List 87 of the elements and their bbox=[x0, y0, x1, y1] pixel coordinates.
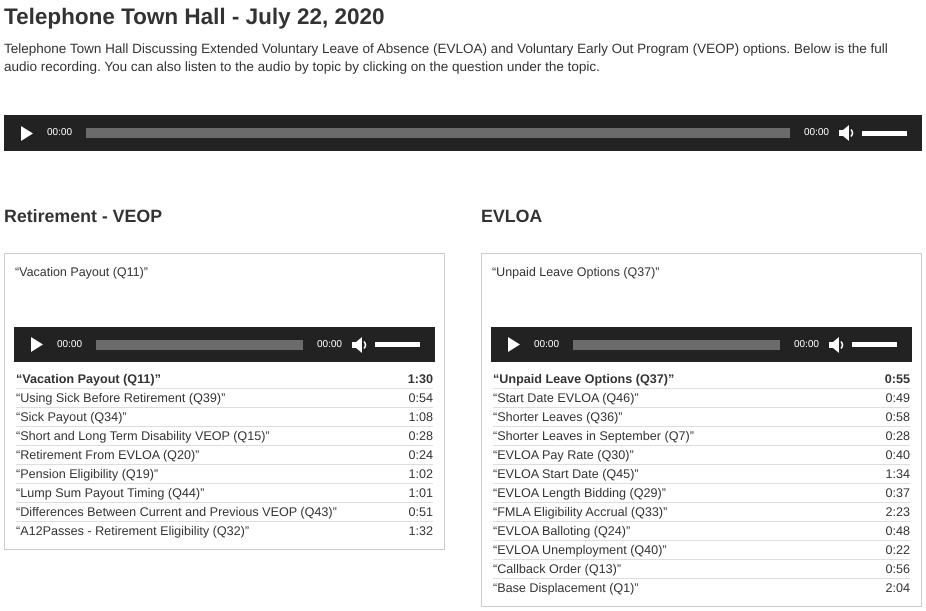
track-duration: 0:49 bbox=[885, 392, 910, 404]
section-heading: EVLOA bbox=[481, 205, 544, 228]
track-title: “Unpaid Leave Options (Q37)” bbox=[493, 372, 674, 386]
track-title: “Start Date EVLOA (Q46)” bbox=[493, 392, 639, 404]
playlist-item[interactable]: “EVLOA Pay Rate (Q30)” 0:40 bbox=[493, 446, 910, 465]
play-icon[interactable] bbox=[21, 126, 33, 140]
track-duration: 0:28 bbox=[885, 430, 910, 442]
playlist-item[interactable]: “EVLOA Length Bidding (Q29)” 0:37 bbox=[493, 484, 910, 503]
playlist-item[interactable]: “Lump Sum Payout Timing (Q44)” 1:01 bbox=[16, 484, 433, 503]
track-duration: 0:24 bbox=[408, 448, 433, 462]
playlist-item[interactable]: “EVLOA Balloting (Q24)” 0:48 bbox=[493, 522, 910, 541]
track-duration: 2:04 bbox=[885, 582, 910, 595]
playlist-item[interactable]: “Unpaid Leave Options (Q37)” 0:55 bbox=[493, 370, 910, 389]
track-duration: 0:55 bbox=[884, 372, 910, 386]
playlist-item[interactable]: “Base Displacement (Q1)” 2:04 bbox=[493, 579, 910, 598]
playlist-item[interactable]: “Shorter Leaves (Q36)” 0:58 bbox=[493, 408, 910, 427]
track-title: “EVLOA Pay Rate (Q30)” bbox=[493, 448, 634, 462]
track-title: “EVLOA Length Bidding (Q29)” bbox=[493, 486, 666, 500]
duration-time: 00:00 bbox=[316, 340, 342, 350]
track-title: “Pension Eligibility (Q19)” bbox=[16, 468, 158, 480]
playlist-item[interactable]: “FMLA Eligibility Accrual (Q33)” 2:23 bbox=[493, 503, 910, 522]
track-duration: 2:23 bbox=[885, 506, 910, 518]
track-duration: 0:40 bbox=[885, 448, 910, 462]
track-duration: 0:58 bbox=[885, 410, 910, 424]
track-duration: 0:28 bbox=[408, 430, 433, 442]
progress-track[interactable] bbox=[96, 340, 303, 350]
volume-slider[interactable] bbox=[375, 342, 420, 347]
current-time: 00:00 bbox=[57, 340, 82, 350]
track-duration: 1:34 bbox=[885, 468, 910, 480]
playlist-item[interactable]: “Short and Long Term Disability VEOP (Q15)” 0:28 bbox=[16, 427, 433, 446]
page-title: Telephone Town Hall - July 22, 2020 bbox=[4, 3, 386, 31]
track-duration: 1:08 bbox=[408, 410, 433, 424]
play-icon[interactable] bbox=[31, 337, 43, 352]
playlist-item[interactable]: “A12Passes - Retirement Eligibility (Q32)” 1:32 bbox=[16, 522, 433, 541]
progress-track[interactable] bbox=[86, 128, 790, 138]
current-time: 00:00 bbox=[534, 340, 560, 350]
progress-track[interactable] bbox=[573, 340, 780, 350]
track-duration: 1:32 bbox=[408, 525, 433, 538]
track-title: “Vacation Payout (Q11)” bbox=[16, 372, 161, 386]
play-icon[interactable] bbox=[508, 337, 520, 352]
playlist-item[interactable]: “Start Date EVLOA (Q46)” 0:49 bbox=[493, 389, 910, 408]
current-time: 00:00 bbox=[47, 128, 72, 138]
track-duration: 0:48 bbox=[885, 524, 910, 538]
speaker-icon[interactable] bbox=[352, 336, 369, 352]
playlist-item[interactable]: “Callback Order (Q13)” 0:56 bbox=[493, 560, 910, 579]
duration-time: 00:00 bbox=[794, 340, 819, 350]
track-title: “Shorter Leaves in September (Q7)” bbox=[493, 430, 694, 442]
track-title: “Short and Long Term Disability VEOP (Q15)” bbox=[16, 430, 270, 442]
track-title: “Shorter Leaves (Q36)” bbox=[493, 410, 622, 424]
playlist-item[interactable]: “Differences Between Current and Previous VEOP (Q43)” 0:51 bbox=[16, 503, 433, 522]
track-title: “EVLOA Balloting (Q24)” bbox=[493, 524, 630, 538]
track-title: “A12Passes - Retirement Eligibility (Q32)” bbox=[16, 525, 250, 538]
track-title: “Retirement From EVLOA (Q20)” bbox=[16, 448, 200, 462]
track-duration: 0:22 bbox=[885, 544, 910, 556]
volume-slider[interactable] bbox=[852, 342, 897, 347]
volume-slider[interactable] bbox=[862, 130, 907, 136]
track-title: “Using Sick Before Retirement (Q39)” bbox=[16, 392, 226, 404]
track-title: “Callback Order (Q13)” bbox=[493, 562, 622, 576]
track-duration: 1:01 bbox=[408, 486, 433, 500]
topic-caption: “Vacation Payout (Q11)” bbox=[14, 265, 149, 279]
topic-caption: “Unpaid Leave Options (Q37)” bbox=[491, 265, 660, 279]
playlist-item[interactable]: “EVLOA Start Date (Q45)” 1:34 bbox=[493, 465, 910, 484]
duration-time: 00:00 bbox=[804, 128, 829, 138]
section-heading: Retirement - VEOP bbox=[4, 205, 164, 228]
track-title: “Differences Between Current and Previous VEOP (Q43)” bbox=[16, 506, 337, 518]
track-title: “Sick Payout (Q34)” bbox=[16, 410, 127, 424]
playlist-item[interactable]: “Shorter Leaves in September (Q7)” 0:28 bbox=[493, 427, 910, 446]
playlist-item[interactable]: “Using Sick Before Retirement (Q39)” 0:54 bbox=[16, 389, 433, 408]
track-duration: 0:37 bbox=[885, 486, 910, 500]
track-title: “Lump Sum Payout Timing (Q44)” bbox=[16, 486, 204, 500]
track-duration: 0:54 bbox=[408, 392, 433, 404]
track-duration: 0:51 bbox=[408, 506, 433, 518]
speaker-icon[interactable] bbox=[839, 125, 856, 141]
playlist-item[interactable]: “Vacation Payout (Q11)” 1:30 bbox=[16, 370, 433, 389]
playlist-item[interactable]: “EVLOA Unemployment (Q40)” 0:22 bbox=[493, 541, 910, 560]
track-title: “EVLOA Start Date (Q45)” bbox=[493, 468, 639, 480]
track-title: “FMLA Eligibility Accrual (Q33)” bbox=[493, 506, 668, 518]
track-duration: 1:30 bbox=[408, 372, 433, 386]
track-duration: 1:02 bbox=[408, 468, 433, 480]
playlist-item[interactable]: “Retirement From EVLOA (Q20)” 0:24 bbox=[16, 446, 433, 465]
intro-paragraph: Telephone Town Hall Discussing Extended Voluntary Leave of Absence (EVLOA) and Voluntary Early Out Program (VEOP) options. Below is the full audio recording. You can also listen to the audio by topic by clicking on the question under the topic. bbox=[4, 40, 889, 76]
track-title: “Base Displacement (Q1)” bbox=[493, 582, 639, 595]
track-duration: 0:56 bbox=[885, 562, 910, 576]
playlist-item[interactable]: “Pension Eligibility (Q19)” 1:02 bbox=[16, 465, 433, 484]
speaker-icon[interactable] bbox=[829, 336, 846, 352]
track-title: “EVLOA Unemployment (Q40)” bbox=[493, 544, 667, 556]
playlist-item[interactable]: “Sick Payout (Q34)” 1:08 bbox=[16, 408, 433, 427]
